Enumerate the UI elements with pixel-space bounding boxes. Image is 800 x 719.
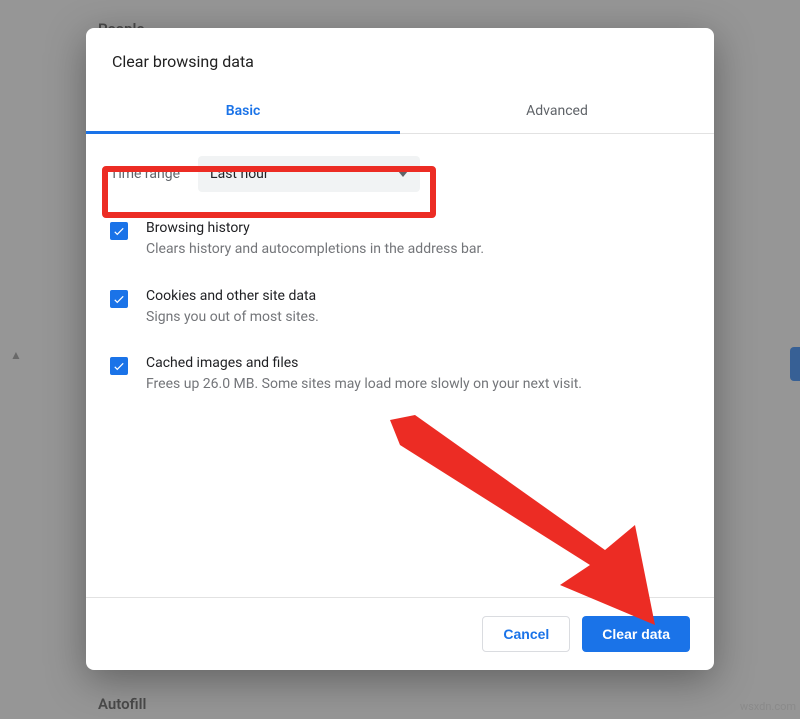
watermark: wsxdn.com [740,700,796,713]
option-subtitle: Signs you out of most sites. [146,308,319,328]
checkbox-browsing-history[interactable] [110,222,128,240]
check-icon [112,292,126,306]
check-icon [112,224,126,238]
option-subtitle: Frees up 26.0 MB. Some sites may load mo… [146,375,582,395]
checkbox-cookies[interactable] [110,290,128,308]
clear-data-button[interactable]: Clear data [582,616,690,652]
tab-basic[interactable]: Basic [86,89,400,133]
time-range-value: Last hour [210,166,269,182]
option-cookies: Cookies and other site data Signs you ou… [110,288,690,328]
option-cache: Cached images and files Frees up 26.0 MB… [110,355,690,395]
dialog-title: Clear browsing data [86,28,714,89]
option-subtitle: Clears history and autocompletions in th… [146,240,484,260]
dialog-tabs: Basic Advanced [86,89,714,134]
option-title: Cookies and other site data [146,288,319,304]
tab-advanced[interactable]: Advanced [400,89,714,133]
option-title: Cached images and files [146,355,582,371]
time-range-label: Time range [110,166,180,182]
dialog-footer: Cancel Clear data [86,597,714,670]
time-range-row: Time range Last hour [110,156,690,192]
cancel-button[interactable]: Cancel [482,616,570,652]
chevron-down-icon [398,171,408,177]
option-browsing-history: Browsing history Clears history and auto… [110,220,690,260]
clear-browsing-data-dialog: Clear browsing data Basic Advanced Time … [86,28,714,670]
time-range-select[interactable]: Last hour [198,156,420,192]
check-icon [112,359,126,373]
checkbox-cache[interactable] [110,357,128,375]
option-title: Browsing history [146,220,484,236]
